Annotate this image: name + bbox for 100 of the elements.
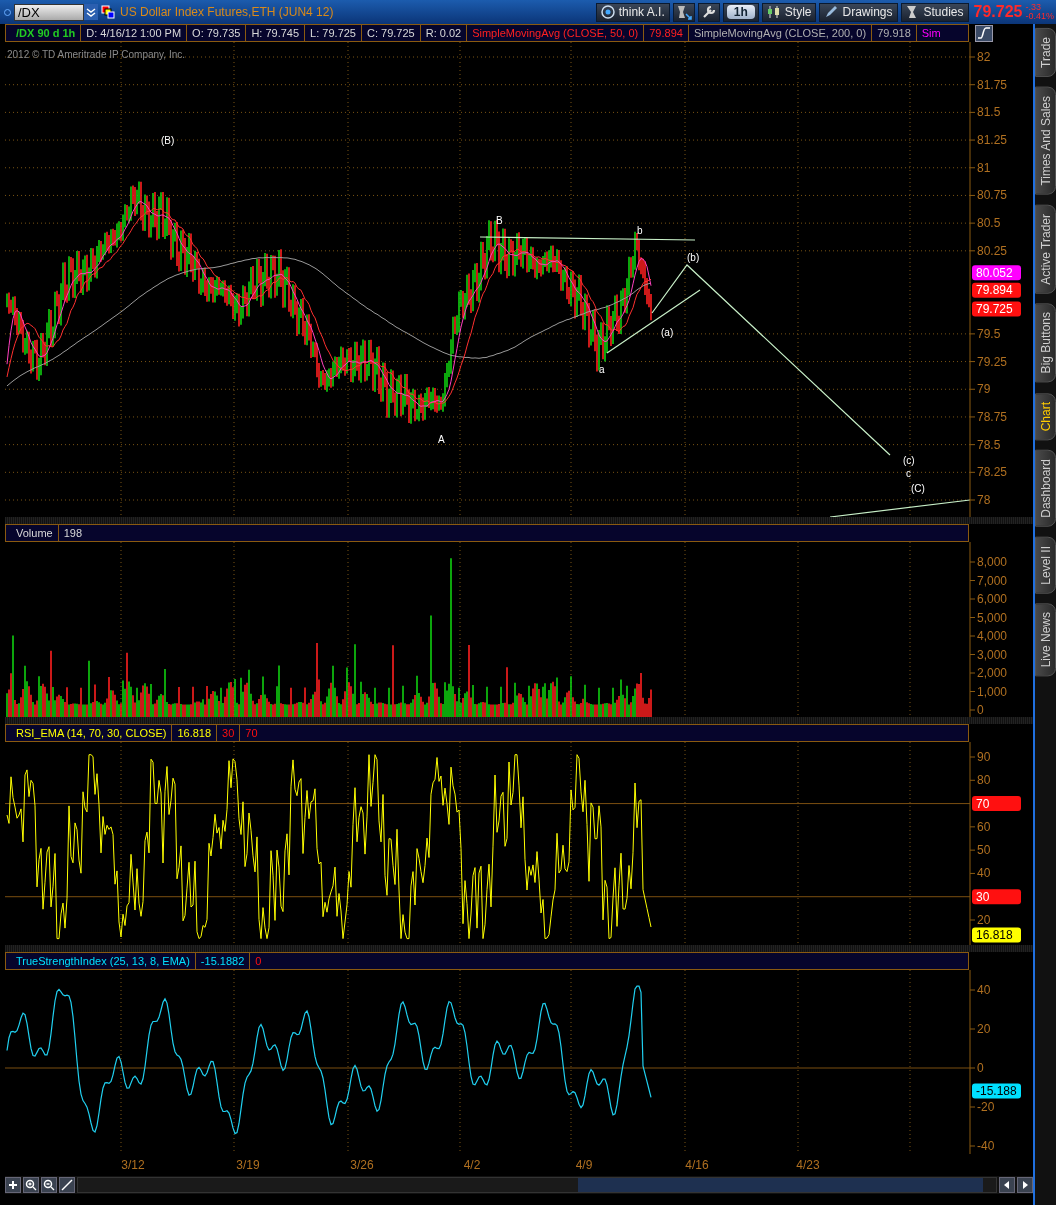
dropdown-button[interactable] (84, 4, 98, 20)
axis-label: 81.25 (977, 133, 1008, 148)
axis-label: 81.5 (977, 105, 1001, 120)
header-value: TrueStrengthIndex (25, 13, 8, EMA) (16, 954, 190, 968)
date-label: 4/9 (575, 1158, 593, 1172)
axis-label: 82 (977, 50, 991, 64)
price-marker: 70 (972, 796, 1021, 812)
side-tab[interactable]: Active Trader (1035, 204, 1056, 294)
axis-label: 81.75 (977, 77, 1008, 92)
wave-label: (C) (911, 483, 925, 494)
date-label: 3/19 (236, 1158, 260, 1172)
drawings-button[interactable]: Drawings (819, 2, 898, 22)
header-value: 198 (63, 526, 83, 540)
side-tab[interactable]: Chart (1035, 392, 1056, 440)
wave-label: B (496, 215, 503, 226)
axis-label: 0 (977, 1061, 984, 1075)
plus-icon (7, 1179, 19, 1191)
side-tab[interactable]: Level II (1035, 536, 1056, 594)
side-tab[interactable]: Times And Sales (1035, 86, 1056, 195)
style-button[interactable]: Style (761, 2, 817, 22)
studies-button[interactable]: Studies (900, 2, 969, 22)
price-marker: 80.052 (972, 265, 1021, 281)
date-label: 3/12 (121, 1158, 145, 1172)
axis-label: 80.5 (977, 216, 1001, 231)
symbol-field[interactable]: /DX (14, 3, 84, 21)
side-tab[interactable]: Dashboard (1035, 449, 1056, 527)
header-value: 16.818 (177, 726, 212, 740)
think-button[interactable]: think A.I. (595, 2, 670, 22)
axis-label: 90 (977, 750, 991, 764)
header-value: SimpleMovingAvg (CLOSE, 200, 0) (693, 26, 867, 40)
scrollbar-thumb[interactable] (578, 1178, 983, 1192)
axis-label: 8,000 (977, 555, 1008, 569)
header-value: R: 0.02 (425, 26, 462, 40)
side-tab[interactable]: Big Buttons (1035, 303, 1056, 383)
instrument-title: US Dollar Index Futures,ETH (JUN4 12) (120, 5, 334, 19)
net-change: -.33 (1025, 3, 1042, 12)
indicator-button[interactable] (975, 24, 993, 42)
wave-label: b (637, 225, 643, 236)
target-icon (600, 5, 615, 19)
header-value: 0 (255, 954, 262, 968)
axis-label: 0 (977, 703, 984, 717)
price-marker: 79.894 (972, 282, 1021, 298)
axis-label: 79.5 (977, 326, 1001, 341)
header-value: 79.918 (877, 26, 911, 40)
header-value: H: 79.745 (251, 26, 300, 40)
header-value: 30 (222, 726, 235, 740)
percent-change: -0.41% (1025, 12, 1054, 21)
header-value: Sim (921, 26, 941, 40)
side-tab[interactable]: Live News (1035, 603, 1056, 677)
wave-label: A (438, 434, 445, 445)
date-label: 4/2 (463, 1158, 481, 1172)
curve-icon (977, 26, 991, 40)
date-label: 4/16 (685, 1158, 709, 1172)
price-marker: 30 (972, 889, 1021, 905)
date-label: 3/26 (350, 1158, 374, 1172)
axis-label: 7,000 (977, 573, 1008, 588)
price-marker: 79.725 (972, 301, 1021, 317)
header-value: L: 79.725 (310, 26, 356, 40)
header-value: /DX 90 d 1h (16, 26, 76, 40)
wave-label: (c) (903, 455, 915, 466)
axis-label: 40 (977, 983, 991, 997)
magnifier-minus-icon (43, 1179, 55, 1191)
axis-label: 60 (977, 819, 991, 834)
price-marker: 16.818 (972, 927, 1021, 943)
plus-button[interactable] (5, 1177, 21, 1193)
wave-label: (b) (687, 252, 700, 263)
chevron-icon (86, 7, 96, 17)
scroll-right-button[interactable] (1017, 1177, 1033, 1193)
axis-label: -40 (977, 1139, 995, 1153)
header-value: Volume (16, 526, 53, 540)
header-value: O: 79.735 (192, 26, 241, 40)
timeframe-button[interactable]: 1h (722, 2, 759, 22)
last-price: 79.725 (973, 3, 1023, 21)
line-tool-button[interactable] (59, 1177, 75, 1193)
scroll-left-button[interactable] (999, 1177, 1015, 1193)
axis-label: -20 (977, 1100, 995, 1114)
axis-label: 78 (977, 493, 991, 507)
axis-label: 50 (977, 843, 991, 858)
axis-label: 6,000 (977, 592, 1008, 606)
copyright-text: 2012 © TD Ameritrade IP Company, Inc. (7, 49, 185, 60)
line-tool-icon (61, 1179, 73, 1191)
axis-label: 79 (977, 382, 991, 397)
axis-label: 20 (977, 913, 991, 927)
date-label: 4/23 (796, 1158, 820, 1172)
magnifier-plus-button[interactable] (23, 1177, 39, 1193)
axis-label: 2,000 (977, 666, 1008, 680)
header-value: RSI_EMA (14, 70, 30, CLOSE) (16, 726, 167, 740)
header-value: -15.1882 (200, 954, 245, 968)
wave-label: (a) (661, 327, 674, 338)
header-value: D: 4/16/12 1:00 PM (86, 26, 182, 40)
linked-squares-icon[interactable] (101, 5, 115, 19)
magnifier-minus-button[interactable] (41, 1177, 57, 1193)
axis-label: 78.5 (977, 437, 1001, 452)
price-marker: -15.188 (972, 1083, 1021, 1099)
pencil-icon (824, 5, 839, 19)
header-value: SimpleMovingAvg (CLOSE, 50, 0) (472, 26, 639, 40)
side-tab[interactable]: Trade (1035, 28, 1056, 77)
axis-label: 80.25 (977, 243, 1008, 258)
axis-label: 80 (977, 773, 991, 788)
wrench-button[interactable] (697, 2, 720, 22)
